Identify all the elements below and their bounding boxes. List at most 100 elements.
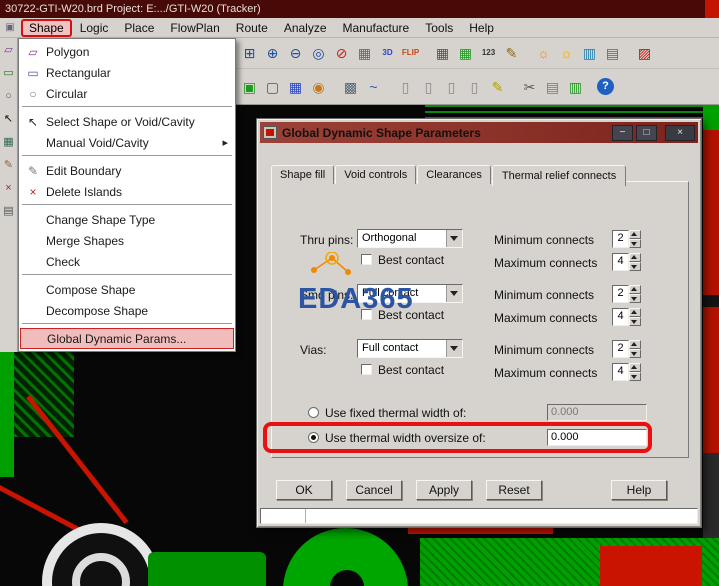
dropdown-arrow-icon[interactable]: [446, 230, 462, 247]
spin-up-icon[interactable]: [629, 363, 641, 372]
chart-icon[interactable]: ▤: [602, 43, 623, 64]
cancel-button[interactable]: Cancel: [346, 480, 402, 500]
reset-button[interactable]: Reset: [486, 480, 542, 500]
spin-down-icon[interactable]: [629, 349, 641, 358]
shape-menu-item[interactable]: Decompose Shape ▸: [20, 300, 234, 325]
close-button[interactable]: ×: [665, 124, 695, 141]
select-tool-icon[interactable]: ↖: [2, 112, 16, 126]
minimize-button[interactable]: −: [612, 124, 633, 141]
shape-menu-item[interactable]: ▭ Rectangular ▸: [20, 62, 234, 83]
shape-menu-item[interactable]: ▱ Polygon ▸: [20, 41, 234, 62]
menubar-item[interactable]: Shape: [21, 18, 72, 37]
dropdown-arrow-icon[interactable]: [446, 285, 462, 302]
grid-blue-icon[interactable]: ▦: [285, 76, 306, 97]
dialog-tab[interactable]: Void controls: [335, 165, 417, 184]
spinner-arrows[interactable]: [629, 308, 641, 326]
spin-up-icon[interactable]: [629, 230, 641, 239]
minimum-connects-spinner[interactable]: 2: [612, 340, 642, 358]
menubar-item[interactable]: Help: [461, 20, 502, 36]
probe-icon[interactable]: ◉: [308, 76, 329, 97]
red-region-icon[interactable]: ▨: [634, 43, 655, 64]
circle-tool-icon[interactable]: ○: [2, 89, 16, 103]
numbers-icon[interactable]: 123: [478, 43, 499, 64]
dialog-tab[interactable]: Shape fill: [271, 165, 335, 184]
new-doc-icon[interactable]: ▯: [395, 76, 416, 97]
spin-up-icon[interactable]: [629, 340, 641, 349]
dropdown-arrow-icon[interactable]: [446, 340, 462, 357]
window-menu-icon[interactable]: ▣: [3, 21, 17, 35]
delete-tool-icon[interactable]: ×: [2, 181, 16, 195]
spinner-arrows[interactable]: [629, 363, 641, 381]
zoom-in-icon[interactable]: ⊕: [262, 43, 283, 64]
spinner-arrows[interactable]: [629, 340, 641, 358]
connect-type-dropdown[interactable]: Full contact: [357, 284, 463, 303]
shine-icon[interactable]: ☼: [533, 43, 554, 64]
spin-down-icon[interactable]: [629, 317, 641, 326]
view-3d-icon[interactable]: 3D: [377, 43, 398, 64]
brush-icon[interactable]: ✎: [501, 43, 522, 64]
shape-menu-item[interactable]: ↖ Select Shape or Void/Cavity ▸: [20, 111, 234, 132]
spin-down-icon[interactable]: [629, 294, 641, 303]
menubar-item[interactable]: Place: [116, 20, 162, 36]
shape-menu-item[interactable]: ○ Circular ▸: [20, 83, 234, 108]
zoom-fit-icon[interactable]: ◎: [308, 43, 329, 64]
dialog-tab[interactable]: Clearances: [417, 165, 491, 184]
open-doc-icon[interactable]: ▯: [418, 76, 439, 97]
zoom-previous-icon[interactable]: ⊘: [331, 43, 352, 64]
maximum-connects-spinner[interactable]: 4: [612, 308, 642, 326]
best-contact-checkbox[interactable]: [361, 254, 372, 265]
menubar-item[interactable]: Analyze: [276, 20, 335, 36]
dialog-titlebar[interactable]: Global Dynamic Shape Parameters − □ ×: [260, 122, 698, 143]
use-fixed-thermal-width-radio[interactable]: [308, 407, 319, 418]
thermal-width-oversize-field[interactable]: 0.000: [547, 429, 647, 446]
shape-select-icon[interactable]: ▣: [239, 76, 260, 97]
shape-menu-item[interactable]: × Delete Islands ▸: [20, 181, 234, 206]
spin-down-icon[interactable]: [629, 239, 641, 248]
waveform-icon[interactable]: ▥: [579, 43, 600, 64]
apply-button[interactable]: Apply: [416, 480, 472, 500]
connect-type-dropdown[interactable]: Orthogonal: [357, 229, 463, 248]
dialog-tab[interactable]: Thermal relief connects: [491, 165, 627, 186]
grid-tool-icon[interactable]: ▦: [2, 135, 16, 149]
shape-menu-item[interactable]: ✎ Edit Boundary ▸: [20, 160, 234, 181]
shape-menu-item[interactable]: Change Shape Type ▸: [20, 209, 234, 230]
paste-doc-icon[interactable]: ▯: [464, 76, 485, 97]
menubar-item[interactable]: Manufacture: [335, 20, 418, 36]
mesh-icon[interactable]: ▩: [340, 76, 361, 97]
menubar-item[interactable]: Logic: [72, 20, 117, 36]
spin-up-icon[interactable]: [629, 308, 641, 317]
spin-up-icon[interactable]: [629, 285, 641, 294]
polygon-tool-icon[interactable]: ▱: [2, 43, 16, 57]
export-icon[interactable]: ▥: [565, 76, 586, 97]
menubar-item[interactable]: Tools: [417, 20, 461, 36]
signal-wave-icon[interactable]: ~: [363, 76, 384, 97]
spin-down-icon[interactable]: [629, 372, 641, 381]
spin-down-icon[interactable]: [629, 262, 641, 271]
window-titlebar[interactable]: 30722-GTI-W20.brd Project: E:.../GTI-W20…: [0, 0, 719, 18]
cut-icon[interactable]: ✂: [519, 76, 540, 97]
minimum-connects-spinner[interactable]: 2: [612, 230, 642, 248]
menubar-item[interactable]: Route: [228, 20, 276, 36]
menubar-item[interactable]: FlowPlan: [162, 20, 227, 36]
help-button[interactable]: Help: [611, 480, 667, 500]
grid-green-icon[interactable]: ▦: [455, 43, 476, 64]
zoom-out-icon[interactable]: ⊖: [285, 43, 306, 64]
layers-tool-icon[interactable]: ▤: [2, 204, 16, 218]
copy-doc-icon[interactable]: ▯: [441, 76, 462, 97]
best-contact-checkbox[interactable]: [361, 309, 372, 320]
board-outline-icon[interactable]: ▢: [262, 76, 283, 97]
design-flip-icon[interactable]: FLIP: [400, 43, 421, 64]
help-icon[interactable]: ?: [597, 78, 614, 95]
spin-up-icon[interactable]: [629, 253, 641, 262]
shape-menu-item[interactable]: Compose Shape ▸: [20, 279, 234, 300]
docs-pair-icon[interactable]: ▤: [542, 76, 563, 97]
minimum-connects-spinner[interactable]: 2: [612, 285, 642, 303]
shape-menu-item[interactable]: Global Dynamic Params... ▸: [20, 328, 234, 349]
use-thermal-width-oversize-radio[interactable]: [308, 432, 319, 443]
zoom-points-icon[interactable]: ⊞: [239, 43, 260, 64]
grid-red-icon[interactable]: ▦: [432, 43, 453, 64]
redraw-icon[interactable]: ▦: [354, 43, 375, 64]
shape-menu-item[interactable]: Check ▸: [20, 251, 234, 276]
best-contact-checkbox[interactable]: [361, 364, 372, 375]
shape-menu-item[interactable]: Merge Shapes ▸: [20, 230, 234, 251]
